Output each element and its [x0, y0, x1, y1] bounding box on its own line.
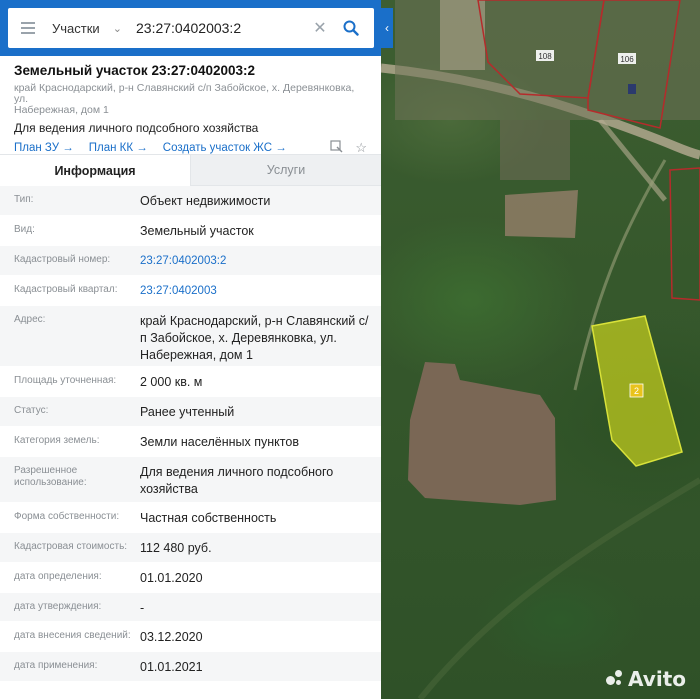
- table-row: Статус: Ранее учтенный: [0, 397, 381, 427]
- close-icon[interactable]: ✕: [310, 18, 330, 38]
- chevron-left-icon[interactable]: ‹: [381, 8, 393, 48]
- chevron-down-icon: ⌄: [112, 22, 122, 35]
- address-line-2: Набережная, дом 1: [14, 104, 109, 116]
- plan-kk-link[interactable]: План КК →: [89, 142, 148, 154]
- field-label: Адрес:: [14, 314, 46, 325]
- table-row: дата определения: 01.01.2020: [0, 563, 381, 593]
- field-value: 03.12.2020: [140, 630, 203, 644]
- search-input[interactable]: [136, 20, 306, 36]
- table-row: Кадастровый квартал: 23:27:0402003: [0, 276, 381, 306]
- search-icon[interactable]: [336, 13, 366, 43]
- field-label: Статус:: [14, 405, 49, 416]
- layer-select-value: Участки: [52, 20, 100, 36]
- plan-zu-link[interactable]: План ЗУ →: [14, 142, 74, 154]
- layer-select[interactable]: Участки ⌄: [48, 21, 130, 36]
- field-label: Форма собственности:: [14, 511, 120, 522]
- table-row: Категория земель: Земли населённых пункт…: [0, 427, 381, 457]
- purpose-text: Для ведения личного подсобного хозяйства: [14, 121, 259, 135]
- field-label: Кадастровая стоимость:: [14, 541, 128, 552]
- create-parcel-link[interactable]: Создать участок ЖС →: [163, 142, 287, 154]
- tab-information[interactable]: Информация: [0, 155, 190, 186]
- info-panel: Участки ⌄ ✕ ‹ Земельный участок 23:27:04…: [0, 0, 393, 699]
- table-row: Площадь уточненная: 2 000 кв. м: [0, 367, 381, 397]
- field-label: Кадастровый номер:: [14, 254, 111, 265]
- field-value: 01.01.2021: [140, 660, 203, 674]
- field-value: Земли населённых пунктов: [140, 435, 299, 449]
- field-value: край Краснодарский, р-н Славянский с/п З…: [140, 314, 369, 362]
- table-row: Кадастровая стоимость: 112 480 руб.: [0, 533, 381, 563]
- table-row: Тип: Объект недвижимости: [0, 186, 381, 216]
- field-value: -: [140, 601, 145, 615]
- tab-services[interactable]: Услуги: [190, 155, 381, 186]
- table-row: дата применения: 01.01.2021: [0, 652, 381, 682]
- avito-watermark: Avito: [606, 667, 686, 691]
- avito-logo-icon: [606, 670, 624, 688]
- field-value: 01.01.2020: [140, 571, 203, 585]
- address-line-1: край Краснодарский, р-н Славянский с/п З…: [14, 82, 355, 105]
- parcel-label-108: 108: [538, 52, 552, 61]
- table-row: Разрешенное использование: Для ведения л…: [0, 457, 381, 503]
- plowed-field: [408, 362, 556, 505]
- table-row: Кадастровый номер: 23:27:0402003:2: [0, 246, 381, 276]
- field-label: Вид:: [14, 224, 35, 235]
- field-label: Кадастровый квартал:: [14, 284, 118, 295]
- field-value: Земельный участок: [140, 224, 254, 238]
- table-row: Форма собственности: Частная собственнос…: [0, 503, 381, 533]
- info-table: Тип: Объект недвижимости Вид: Земельный …: [0, 186, 381, 682]
- field-value: Для ведения личного подсобного хозяйства: [140, 465, 334, 496]
- table-row: Вид: Земельный участок: [0, 216, 381, 246]
- hamburger-icon[interactable]: [8, 8, 48, 48]
- field-value: Ранее учтенный: [140, 405, 235, 419]
- search-box: Участки ⌄ ✕: [8, 8, 374, 48]
- field-label: дата применения:: [14, 660, 98, 671]
- selected-parcel-label: 2: [634, 386, 639, 396]
- field-label: Разрешенное использование:: [14, 465, 87, 488]
- field-value: Частная собственность: [140, 511, 277, 525]
- avito-watermark-text: Avito: [628, 667, 686, 691]
- table-row: дата внесения сведений: 03.12.2020: [0, 622, 381, 652]
- table-row: дата утверждения: -: [0, 593, 381, 622]
- parcel-header: Земельный участок 23:27:0402003:2 край К…: [0, 56, 381, 156]
- page-title: Земельный участок 23:27:0402003:2: [14, 63, 256, 78]
- field-value: 2 000 кв. м: [140, 375, 203, 389]
- field-label: дата внесения сведений:: [14, 630, 131, 641]
- cadastral-number-link[interactable]: 23:27:0402003:2: [138, 246, 381, 275]
- field-label: Площадь уточненная:: [14, 375, 117, 386]
- field-value: Объект недвижимости: [140, 194, 271, 208]
- parcel-label-106: 106: [620, 55, 634, 64]
- table-row: Адрес: край Краснодарский, р-н Славянски…: [0, 306, 381, 367]
- field-label: Тип:: [14, 194, 34, 205]
- field-label: Категория земель:: [14, 435, 100, 446]
- cadastral-quarter-link[interactable]: 23:27:0402003: [138, 276, 381, 305]
- search-bar: Участки ⌄ ✕: [0, 0, 381, 56]
- field-value: 112 480 руб.: [140, 541, 212, 555]
- field-label: дата утверждения:: [14, 601, 102, 612]
- field-label: дата определения:: [14, 571, 102, 582]
- tab-bar: Информация Услуги: [0, 154, 381, 186]
